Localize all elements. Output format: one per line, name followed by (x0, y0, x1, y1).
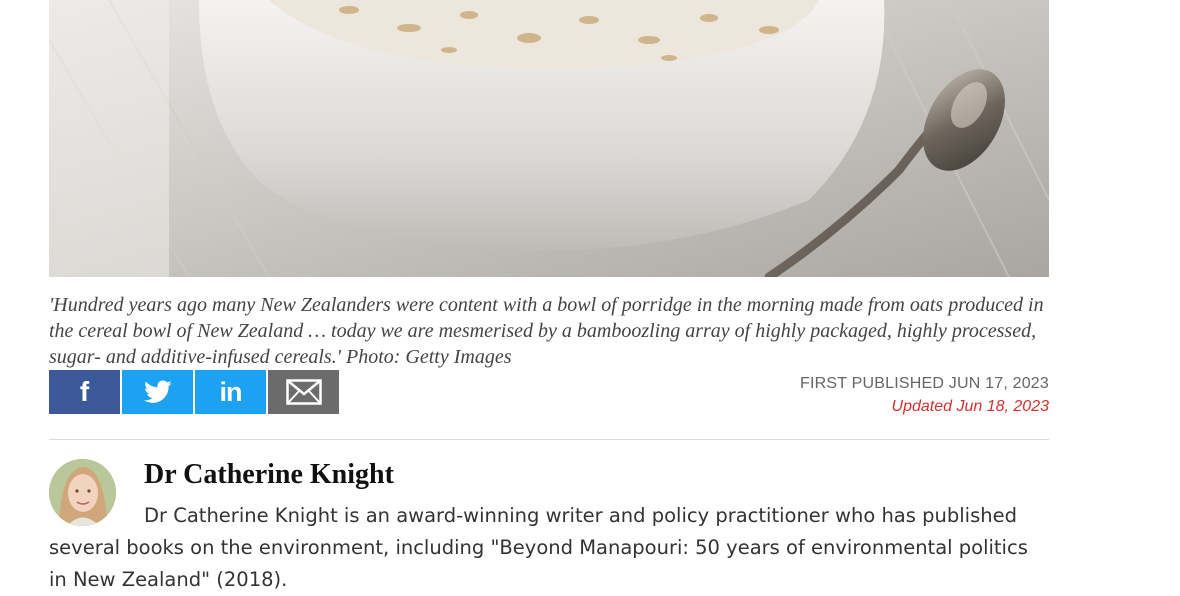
share-bar: f in (49, 370, 341, 414)
publish-dates: FIRST PUBLISHED JUN 17, 2023 Updated Jun… (800, 372, 1049, 418)
share-twitter-button[interactable] (122, 370, 193, 414)
envelope-icon (285, 379, 322, 405)
share-email-button[interactable] (268, 370, 339, 414)
linkedin-icon: in (219, 376, 243, 407)
photo-caption: 'Hundred years ago many New Zealanders w… (49, 294, 1044, 368)
author-bio: Dr Catherine Knight is an award-winning … (49, 504, 1028, 591)
updated-date: Updated Jun 18, 2023 (891, 398, 1049, 415)
author-name[interactable]: Dr Catherine Knight (144, 458, 394, 492)
facebook-icon: f (79, 376, 90, 407)
share-linkedin-button[interactable]: in (195, 370, 266, 414)
share-facebook-button[interactable]: f (49, 370, 120, 414)
porridge-photo-illustration (49, 0, 1049, 277)
first-published-date: FIRST PUBLISHED JUN 17, 2023 (800, 375, 1049, 392)
twitter-icon (143, 380, 172, 403)
article-photo (49, 0, 1049, 277)
section-divider (49, 439, 1049, 440)
